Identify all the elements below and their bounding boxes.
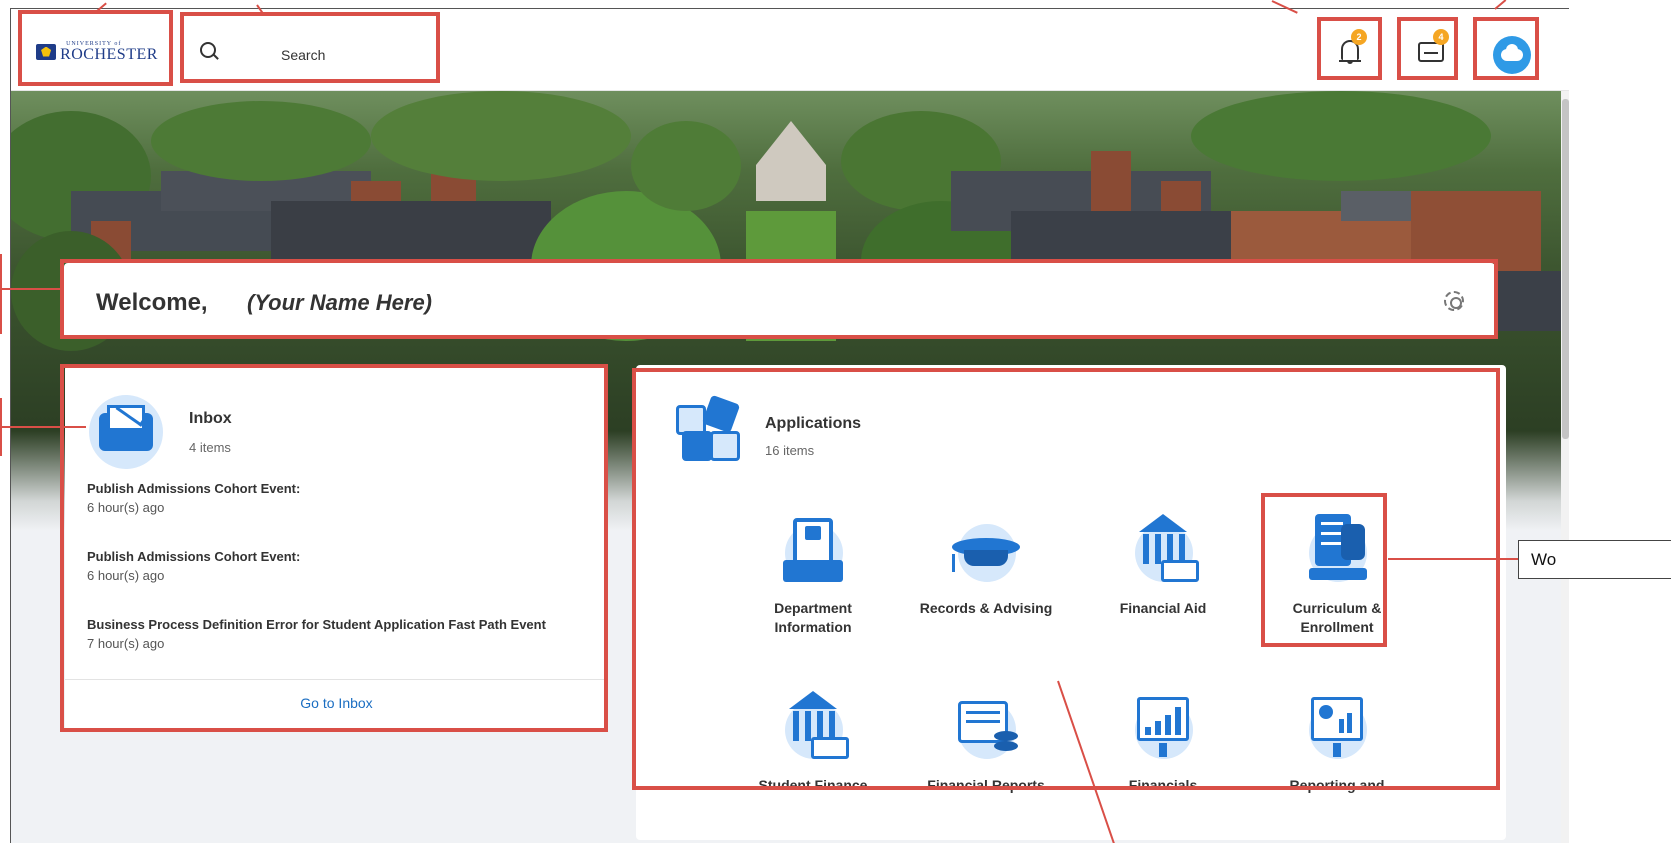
annotation-box-curriculum xyxy=(1261,493,1387,647)
callout-label-text: Wo xyxy=(1531,550,1557,569)
annotation-box-notifications xyxy=(1317,17,1382,80)
screenshot-stage: UNIVERSITY of ROCHESTER Search 2 4 Welco… xyxy=(0,0,1671,843)
callout-label-box: Wo xyxy=(1518,540,1671,579)
annotation-box-inbox-tray xyxy=(1397,17,1458,80)
leader-bracket xyxy=(0,254,2,334)
page-scrollbar-thumb[interactable] xyxy=(1562,99,1569,439)
chapel-building xyxy=(756,121,826,201)
leader-line xyxy=(1388,558,1518,560)
leader-line xyxy=(0,426,86,428)
leader-bracket xyxy=(0,398,2,456)
annotation-box-inbox xyxy=(60,364,608,732)
annotation-box-profile xyxy=(1473,17,1539,80)
annotation-box-welcome xyxy=(60,259,1498,339)
annotation-box-search xyxy=(180,12,440,83)
annotation-box-logo xyxy=(18,10,173,86)
leader-line xyxy=(0,288,62,290)
